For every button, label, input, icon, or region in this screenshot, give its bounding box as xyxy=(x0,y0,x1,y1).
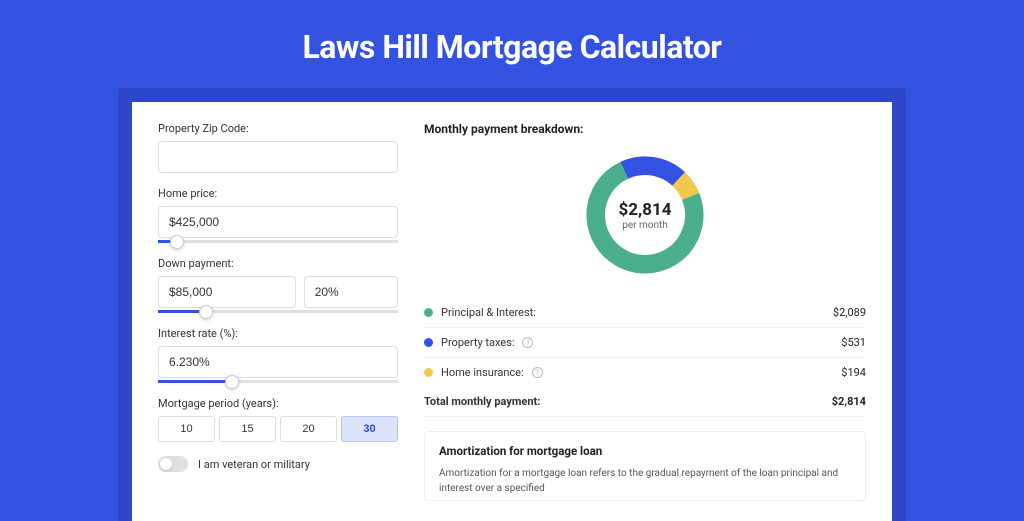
breakdown-column: Monthly payment breakdown: $2,814 per mo… xyxy=(424,122,866,501)
veteran-row: I am veteran or military xyxy=(158,456,398,472)
legend-row: Home insurance:? $194 xyxy=(424,358,866,387)
interest-label: Interest rate (%): xyxy=(158,327,398,340)
down-payment-slider[interactable] xyxy=(158,310,398,313)
calculator-card: Property Zip Code: Home price: Down paym… xyxy=(132,102,892,521)
zip-input[interactable] xyxy=(158,141,398,173)
interest-slider-thumb[interactable] xyxy=(225,375,239,389)
legend-total-row: Total monthly payment: $2,814 xyxy=(424,387,866,417)
down-payment-amount-input[interactable] xyxy=(158,276,296,308)
period-option-15[interactable]: 15 xyxy=(219,416,276,442)
legend-dot xyxy=(424,308,433,317)
legend-row: Principal & Interest: $2,089 xyxy=(424,298,866,328)
zip-label: Property Zip Code: xyxy=(158,122,398,135)
amortization-title: Amortization for mortgage loan xyxy=(439,444,851,458)
legend-amount: $2,089 xyxy=(833,306,866,319)
legend-dot xyxy=(424,368,433,377)
interest-slider-fill xyxy=(158,380,232,383)
calculator-frame: Property Zip Code: Home price: Down paym… xyxy=(118,88,906,521)
payment-donut-chart: $2,814 per month xyxy=(580,150,710,280)
period-option-10[interactable]: 10 xyxy=(158,416,215,442)
veteran-toggle-knob xyxy=(160,458,172,470)
home-price-slider[interactable] xyxy=(158,240,398,243)
period-options: 10152030 xyxy=(158,416,398,442)
donut-wrap: $2,814 per month xyxy=(424,150,866,280)
period-field-group: Mortgage period (years): 10152030 xyxy=(158,397,398,442)
legend-label: Property taxes: xyxy=(441,336,514,349)
donut-value: $2,814 xyxy=(619,200,672,220)
zip-field-group: Property Zip Code: xyxy=(158,122,398,173)
legend-label: Home insurance: xyxy=(441,366,524,379)
down-payment-percent-input[interactable] xyxy=(304,276,398,308)
interest-slider[interactable] xyxy=(158,380,398,383)
legend-total-amount: $2,814 xyxy=(832,395,866,408)
amortization-card: Amortization for mortgage loan Amortizat… xyxy=(424,431,866,501)
donut-center: $2,814 per month xyxy=(580,150,710,280)
veteran-toggle[interactable] xyxy=(158,456,188,472)
home-price-field-group: Home price: xyxy=(158,187,398,243)
interest-field-group: Interest rate (%): xyxy=(158,327,398,383)
home-price-slider-thumb[interactable] xyxy=(170,235,184,249)
amortization-text: Amortization for a mortgage loan refers … xyxy=(439,466,851,496)
legend-amount: $531 xyxy=(841,336,866,349)
veteran-label: I am veteran or military xyxy=(198,458,310,471)
info-icon[interactable]: ? xyxy=(532,367,543,378)
legend-dot xyxy=(424,338,433,347)
form-column: Property Zip Code: Home price: Down paym… xyxy=(158,122,398,501)
legend-amount: $194 xyxy=(841,366,866,379)
breakdown-title: Monthly payment breakdown: xyxy=(424,122,866,136)
home-price-label: Home price: xyxy=(158,187,398,200)
page-title: Laws Hill Mortgage Calculator xyxy=(0,0,1024,88)
legend-row: Property taxes:? $531 xyxy=(424,328,866,358)
legend-total-label: Total monthly payment: xyxy=(424,395,540,408)
down-payment-label: Down payment: xyxy=(158,257,398,270)
period-label: Mortgage period (years): xyxy=(158,397,398,410)
period-option-30[interactable]: 30 xyxy=(341,416,398,442)
legend-list: Principal & Interest: $2,089 Property taxe… xyxy=(424,298,866,387)
period-option-20[interactable]: 20 xyxy=(280,416,337,442)
interest-input[interactable] xyxy=(158,346,398,378)
down-payment-slider-thumb[interactable] xyxy=(199,305,213,319)
down-payment-field-group: Down payment: xyxy=(158,257,398,313)
legend-label: Principal & Interest: xyxy=(441,306,536,319)
info-icon[interactable]: ? xyxy=(522,337,533,348)
home-price-input[interactable] xyxy=(158,206,398,238)
donut-sub: per month xyxy=(622,220,668,231)
